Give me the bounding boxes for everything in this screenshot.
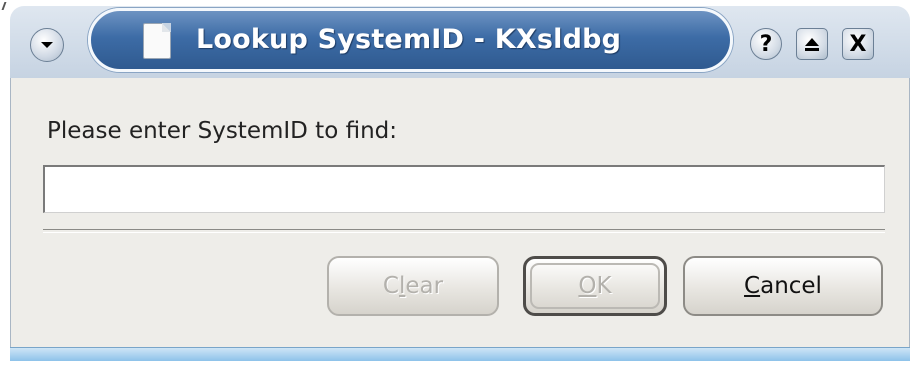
corner-mark xyxy=(1,2,7,10)
separator xyxy=(43,229,885,233)
window-title: Lookup SystemID - KXsldbg xyxy=(196,24,622,55)
help-icon: ? xyxy=(759,31,773,57)
help-button[interactable]: ? xyxy=(750,28,782,60)
systemid-input[interactable] xyxy=(43,165,885,213)
window-menu-button[interactable] xyxy=(30,28,64,62)
close-button[interactable]: X xyxy=(842,28,874,60)
prompt-label: Please enter SystemID to find: xyxy=(47,118,397,144)
maximize-button[interactable] xyxy=(796,28,828,60)
clear-button-label: Clear xyxy=(382,273,444,299)
window-bottom-border xyxy=(10,347,910,361)
lookup-dialog-window: Lookup SystemID - KXsldbg ? X Please ent… xyxy=(10,6,910,361)
ok-focus-ring xyxy=(530,263,660,309)
chevron-down-icon xyxy=(41,42,53,48)
clear-button[interactable]: Clear xyxy=(327,256,499,316)
ok-button[interactable]: OK xyxy=(523,256,667,316)
eject-icon xyxy=(805,38,819,51)
cancel-button-label: Cancel xyxy=(744,273,822,299)
title-bar[interactable]: Lookup SystemID - KXsldbg ? X xyxy=(10,6,910,78)
cancel-button[interactable]: Cancel xyxy=(683,256,883,316)
close-icon: X xyxy=(849,31,867,57)
title-pill: Lookup SystemID - KXsldbg xyxy=(88,8,733,72)
dialog-body: Please enter SystemID to find: Clear OK … xyxy=(10,78,910,361)
document-icon xyxy=(143,23,171,59)
